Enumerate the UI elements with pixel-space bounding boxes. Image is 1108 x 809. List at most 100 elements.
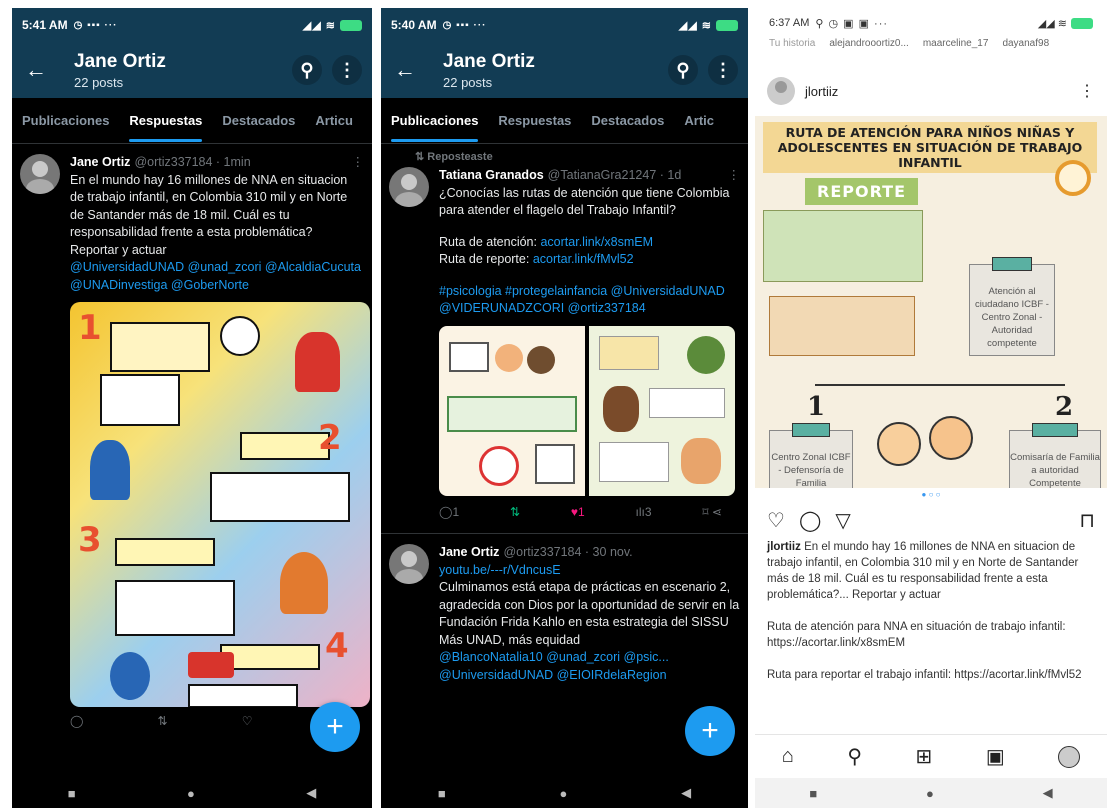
reply-icon[interactable]: ◯ xyxy=(70,713,83,731)
tweet-text: En el mundo hay 16 millones de NNA en si… xyxy=(70,172,348,257)
tweet[interactable]: Jane Ortiz @ortiz337184 · 1min ⋮ En el m… xyxy=(12,144,372,739)
post-username[interactable]: jlortiiz xyxy=(805,84,838,99)
more-options-icon[interactable]: ⋮ xyxy=(708,55,738,85)
home-button[interactable]: ● xyxy=(559,786,567,801)
home-button[interactable]: ● xyxy=(187,786,195,801)
tweet-mentions[interactable]: @BlancoNatalia10 @unad_zcori @psic... @U… xyxy=(439,649,740,684)
tab-respuestas[interactable]: Respuestas xyxy=(488,98,581,144)
back-button[interactable]: ◀ xyxy=(306,785,316,801)
tweet-more-icon[interactable]: ⋮ xyxy=(728,167,741,185)
route2-link[interactable]: acortar.link/fMvl52 xyxy=(533,252,634,266)
tweet-hashtags[interactable]: #psicologia #protegelainfancia @Universi… xyxy=(439,283,740,318)
post-header: jlortiiz ⋮ xyxy=(755,56,1107,110)
more-options-icon[interactable]: ⋮ xyxy=(332,55,362,85)
reply-count[interactable]: ◯1 xyxy=(439,504,459,522)
route1-link[interactable]: acortar.link/x8smEM xyxy=(540,235,653,249)
signal-wifi-icons: ◢◢ ≋ xyxy=(1037,17,1067,30)
story-item[interactable]: alejandrooortiz0... xyxy=(829,38,909,56)
heart-icon[interactable]: ♡ xyxy=(767,508,785,533)
post-count: 22 posts xyxy=(443,74,493,90)
instagram-post-screen: 6:37 AM ⚲ ◷ ▣ ▣ ··· ◢◢ ≋ Tu historia ale… xyxy=(755,8,1107,808)
avatar[interactable] xyxy=(389,167,429,207)
tab-articulos[interactable]: Articu xyxy=(305,98,363,144)
tweet[interactable]: Jane Ortiz @ortiz337184 · 30 nov. youtu.… xyxy=(381,534,748,684)
retweet-icon[interactable]: ⇅ xyxy=(158,713,168,731)
tab-destacados[interactable]: Destacados xyxy=(581,98,674,144)
back-button[interactable]: ◀ xyxy=(681,785,691,801)
repost-indicator: ⇅ Reposteaste xyxy=(415,151,493,163)
story-item[interactable]: dayanaf98 xyxy=(1002,38,1049,56)
tweet-reposted[interactable]: Tatiana Granados @TatianaGra21247 · 1d ⋮… xyxy=(381,163,748,529)
tweet-author[interactable]: Jane Ortiz xyxy=(439,544,499,562)
route2-label: Ruta de reporte: xyxy=(439,252,530,266)
caption-ruta-reporte: Ruta para reportar el trabajo infantil: … xyxy=(767,669,1082,681)
avatar[interactable] xyxy=(389,544,429,584)
reporte-label: REPORTE xyxy=(805,178,919,205)
compose-button[interactable]: + xyxy=(310,702,360,752)
story-item[interactable]: maarceline_17 xyxy=(923,38,989,56)
tweet-author[interactable]: Jane Ortiz xyxy=(70,154,130,172)
battery-icon xyxy=(340,19,362,31)
comment-icon[interactable]: ◯ xyxy=(799,508,821,533)
search-icon[interactable]: ⚲ xyxy=(847,744,862,769)
status-bar: 5:41 AM ◷ ▪▪▪ ··· ◢◢ ≋ xyxy=(12,8,372,42)
back-button[interactable]: ◀ xyxy=(1043,785,1053,801)
poster-box-2 xyxy=(210,472,350,522)
tweet-author[interactable]: Tatiana Granados xyxy=(439,167,544,185)
more-options-icon[interactable]: ⋮ xyxy=(1079,81,1095,101)
avatar[interactable] xyxy=(767,77,795,105)
like-icon[interactable]: ♡ xyxy=(242,713,253,731)
tweet-mentions[interactable]: @UniversidadUNAD @unad_zcori @AlcaldiaCu… xyxy=(70,259,364,294)
back-arrow-icon[interactable]: ← xyxy=(22,56,50,84)
bookmark-icon[interactable]: ⊓ xyxy=(1079,508,1095,533)
back-arrow-icon[interactable]: ← xyxy=(391,56,419,84)
send-icon[interactable]: ▽ xyxy=(835,508,850,533)
story-item[interactable]: Tu historia xyxy=(769,38,815,56)
hero-figure xyxy=(90,440,130,500)
system-nav-bar: ■ ● ◀ xyxy=(12,778,372,808)
views-count[interactable]: ılı3 xyxy=(636,504,652,522)
post-image[interactable]: RUTA DE ATENCIÓN PARA NIÑOS NIÑAS Y ADOL… xyxy=(755,116,1107,488)
tweet-handle-time: @TatianaGra21247 · 1d xyxy=(547,168,682,182)
poster-number-4: 4 xyxy=(325,626,349,666)
poster-box-1 xyxy=(110,322,210,372)
post-count: 22 posts xyxy=(74,74,124,90)
recents-button[interactable]: ■ xyxy=(438,786,446,801)
tweet-image-1[interactable] xyxy=(439,325,585,496)
infographic-image[interactable]: 1 2 3 4 xyxy=(70,302,370,707)
search-icon[interactable]: ⚲ xyxy=(668,55,698,85)
avatar[interactable] xyxy=(20,154,60,194)
system-nav-bar: ■ ● ◀ xyxy=(755,778,1107,808)
reply-icon: ◯ xyxy=(439,504,453,519)
compose-button[interactable]: + xyxy=(685,706,735,756)
stories-row: Tu historia alejandrooortiz0... maarceli… xyxy=(755,38,1107,56)
status-time: 5:40 AM xyxy=(391,18,437,32)
caption-ruta-atencion: Ruta de atención para NNA en situación d… xyxy=(767,621,1066,649)
profile-header: ← Jane Ortiz 22 posts ⚲ ⋮ xyxy=(12,42,372,98)
like-count[interactable]: ♥1 xyxy=(571,504,585,522)
tweet-image-2[interactable] xyxy=(589,325,735,496)
create-post-icon[interactable]: ⊞ xyxy=(916,744,933,769)
tweet-more-icon[interactable]: ⋮ xyxy=(352,154,365,172)
tab-publicaciones[interactable]: Publicaciones xyxy=(381,98,488,144)
home-icon[interactable]: ⌂ xyxy=(782,745,794,768)
tab-publicaciones[interactable]: Publicaciones xyxy=(12,98,119,144)
profile-tabs: Publicaciones Respuestas Destacados Arti… xyxy=(12,98,372,144)
recents-button[interactable]: ■ xyxy=(809,786,817,801)
profile-avatar-icon[interactable] xyxy=(1058,745,1081,768)
twitter-profile-replies-screen: 5:41 AM ◷ ▪▪▪ ··· ◢◢ ≋ ← Jane Ortiz 22 p… xyxy=(12,8,372,808)
search-icon[interactable]: ⚲ xyxy=(292,55,322,85)
tweet-link[interactable]: youtu.be/---r/VdncusE xyxy=(439,562,740,580)
home-button[interactable]: ● xyxy=(926,786,934,801)
tab-destacados[interactable]: Destacados xyxy=(212,98,305,144)
reels-icon[interactable]: ▣ xyxy=(986,744,1005,769)
route-number-2: 2 xyxy=(1055,392,1074,422)
tab-respuestas[interactable]: Respuestas xyxy=(119,98,212,144)
recents-button[interactable]: ■ xyxy=(68,786,76,801)
pow-burst xyxy=(188,652,234,678)
bookmark-share-icons[interactable]: ⌑ ⋖ xyxy=(702,504,722,522)
retweet-icon[interactable]: ⇅ xyxy=(510,504,520,522)
boy-figure xyxy=(280,552,328,614)
caption-username[interactable]: jlortiiz xyxy=(767,541,801,553)
tab-articulos[interactable]: Artic xyxy=(674,98,724,144)
